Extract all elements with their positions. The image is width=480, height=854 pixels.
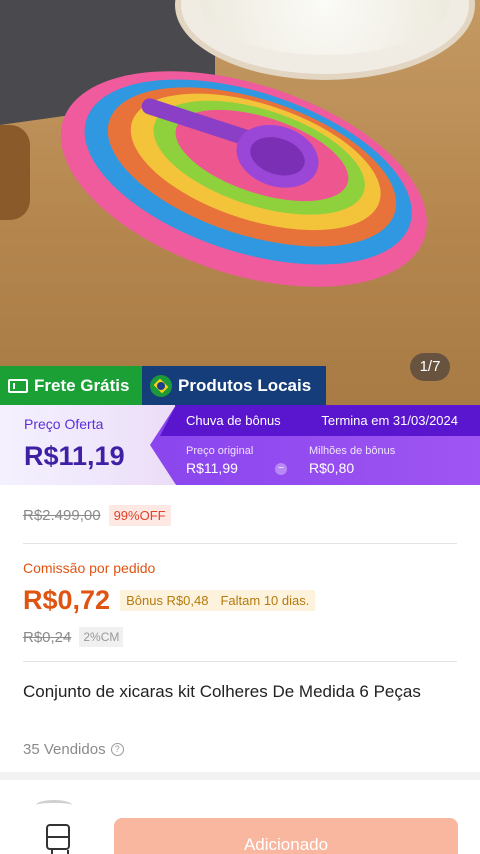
sold-count: 35 Vendidos ? bbox=[23, 741, 124, 758]
bottom-action-bar: Adicionado bbox=[0, 780, 480, 854]
product-title: Conjunto de xicaras kit Colheres De Medi… bbox=[23, 682, 421, 701]
bonus-rain-header: Chuva de bônus Termina em 31/03/2024 bbox=[160, 405, 480, 436]
free-shipping-label: Frete Grátis bbox=[34, 376, 130, 395]
commission-value: R$0,72 bbox=[23, 585, 111, 615]
local-products-tag: Produtos Locais bbox=[142, 366, 326, 406]
store-icon[interactable] bbox=[46, 824, 70, 854]
promo-end-date: Termina em 31/03/2024 bbox=[321, 413, 458, 428]
commission-row: R$0,72 Bônus R$0,48 Faltam 10 dias. bbox=[23, 585, 316, 616]
commission-label: Comissão por pedido bbox=[23, 560, 156, 576]
brazil-flag-icon bbox=[150, 375, 172, 397]
avatar-edge bbox=[36, 800, 72, 810]
image-counter: 1/7 bbox=[410, 353, 450, 381]
bonus-millions-value: R$0,80 bbox=[309, 460, 355, 476]
bonus-rain-box: Chuva de bônus Termina em 31/03/2024 Pre… bbox=[150, 405, 480, 485]
offer-price-value: R$11,19 bbox=[24, 441, 125, 471]
divider bbox=[23, 543, 457, 544]
product-page: 1/7 Frete Grátis Produtos Locais Preço O… bbox=[0, 0, 480, 854]
shipping-icon bbox=[8, 379, 28, 393]
free-shipping-tag: Frete Grátis bbox=[0, 366, 142, 406]
sold-count-label: 35 Vendidos bbox=[23, 741, 106, 758]
original-price-label: Preço original bbox=[186, 445, 254, 457]
discount-badge: 99%OFF bbox=[108, 505, 171, 526]
bonus-rain-title: Chuva de bônus bbox=[186, 413, 281, 428]
product-image[interactable]: 1/7 bbox=[0, 0, 480, 405]
measuring-cups-illustration bbox=[60, 71, 427, 287]
offer-price-box: Preço Oferta R$11,19 bbox=[0, 405, 175, 485]
commission-bonus-badge: Bônus R$0,48 Faltam 10 dias. bbox=[120, 590, 316, 611]
local-products-label: Produtos Locais bbox=[178, 376, 312, 395]
price-band: Preço Oferta R$11,19 Chuva de bônus Term… bbox=[0, 405, 480, 485]
help-icon[interactable]: ? bbox=[110, 743, 124, 756]
commission-old-row: R$0,24 2%CM bbox=[23, 627, 124, 647]
offer-price-label: Preço Oferta bbox=[24, 416, 104, 432]
original-price: Preço original R$11,99 bbox=[186, 445, 253, 476]
divider bbox=[23, 661, 457, 662]
promo-ribbon: Frete Grátis Produtos Locais bbox=[0, 366, 326, 406]
original-price-value: R$11,99 bbox=[186, 460, 238, 476]
minus-icon: − bbox=[275, 463, 287, 475]
section-separator bbox=[0, 772, 480, 780]
commission-bonus: Bônus R$0,48 bbox=[126, 593, 209, 608]
discount-row: R$2.499,00 99%OFF bbox=[23, 505, 171, 526]
commission-old-value: R$0,24 bbox=[23, 628, 72, 646]
commission-rate-badge: 2%CM bbox=[79, 627, 124, 647]
bonus-millions: Milhões de bônus R$0,80 bbox=[309, 445, 395, 476]
bonus-millions-label: Milhões de bônus bbox=[309, 445, 396, 457]
old-price: R$2.499,00 bbox=[23, 507, 101, 524]
commission-remaining: Faltam 10 dias. bbox=[220, 593, 310, 608]
add-button[interactable]: Adicionado bbox=[114, 818, 458, 854]
